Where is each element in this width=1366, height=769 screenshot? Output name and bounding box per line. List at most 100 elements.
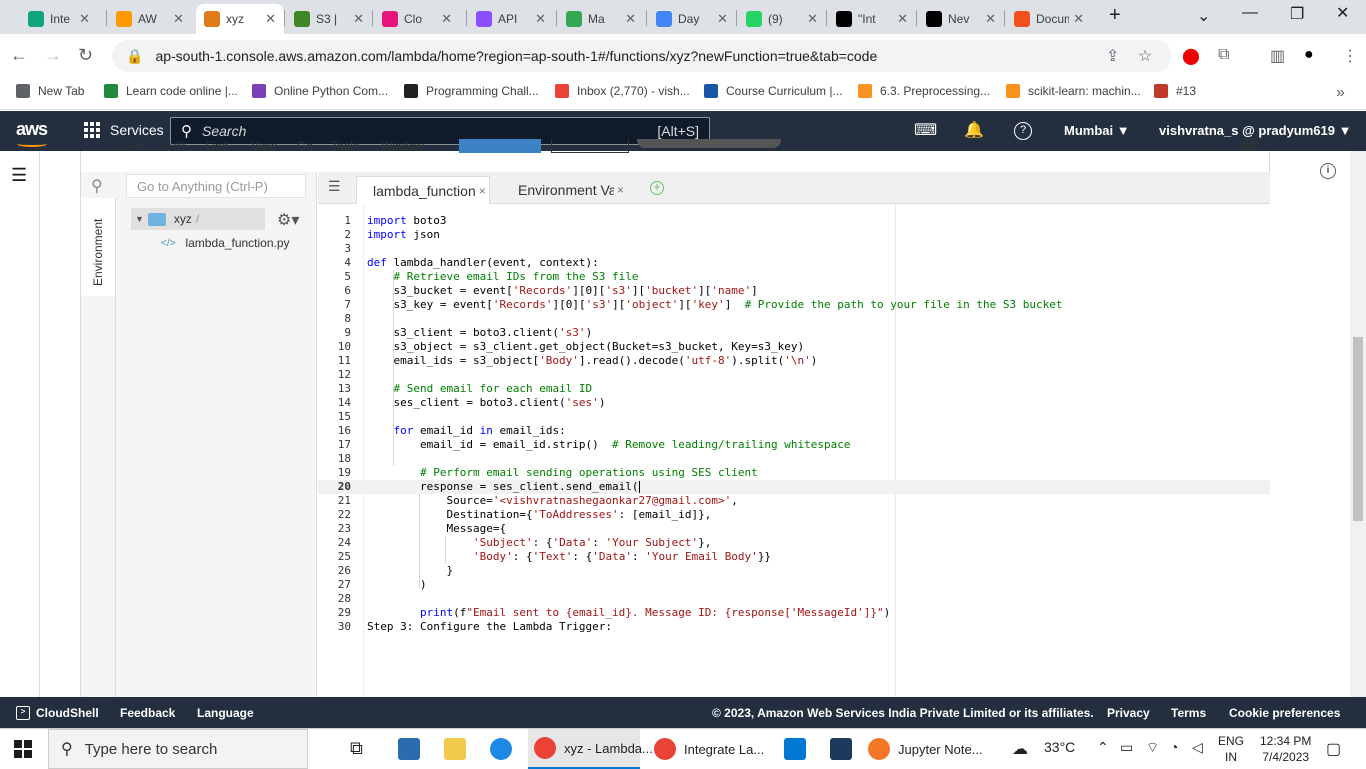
- windows-start-icon[interactable]: [14, 740, 32, 758]
- new-tab-icon[interactable]: +: [1109, 4, 1121, 27]
- browser-tab[interactable]: Docume✕: [1006, 4, 1092, 34]
- taskbar-app[interactable]: Jupyter Note...: [868, 737, 994, 761]
- fullscreen-icon[interactable]: ⤢: [1209, 139, 1220, 152]
- adblock-extension-icon[interactable]: ⬤: [1182, 46, 1200, 66]
- defender-app-icon[interactable]: [830, 738, 852, 760]
- hamburger-menu-icon[interactable]: ☰: [11, 165, 27, 186]
- input-language-indicator[interactable]: ENG IN: [1218, 733, 1244, 765]
- taskbar-app[interactable]: xyz - Lambda...: [528, 729, 653, 769]
- menu-view[interactable]: View: [251, 139, 277, 153]
- browser-tab[interactable]: S3 | ✕: [286, 4, 372, 34]
- maximize-icon[interactable]: ❐: [1290, 4, 1304, 24]
- menu-edit[interactable]: Edit: [165, 139, 186, 153]
- browser-tab[interactable]: AW ✕: [108, 4, 192, 34]
- test-button[interactable]: [459, 139, 541, 153]
- tree-settings-gear-icon[interactable]: ⚙▾: [277, 210, 299, 230]
- feedback-link[interactable]: Feedback: [120, 706, 175, 720]
- address-bar[interactable]: 🔒 ap-south-1.console.aws.amazon.com/lamb…: [112, 40, 1172, 72]
- close-icon[interactable]: ×: [617, 183, 624, 197]
- language-link[interactable]: Language: [197, 706, 254, 720]
- back-icon[interactable]: ←: [10, 45, 28, 66]
- cookie-preferences-link[interactable]: Cookie preferences: [1229, 706, 1340, 720]
- bookmark-item[interactable]: 6.3. Preprocessing...: [858, 84, 990, 98]
- cloudshell-button[interactable]: > CloudShell: [16, 706, 99, 720]
- aws-logo[interactable]: aws: [16, 119, 48, 147]
- bookmark-item[interactable]: Inbox (2,770) - vish...: [555, 84, 690, 98]
- reload-icon[interactable]: ↻: [78, 45, 93, 66]
- file-explorer-app-icon[interactable]: [398, 738, 420, 760]
- extensions-icon[interactable]: ⧉: [1218, 46, 1229, 64]
- tree-folder-xyz[interactable]: ▼ xyz /: [131, 208, 265, 230]
- browser-tab[interactable]: (9) ✕: [738, 4, 826, 34]
- close-icon[interactable]: ✕: [535, 11, 546, 27]
- tab-search-icon[interactable]: ⌄: [1197, 6, 1210, 26]
- help-icon[interactable]: ?: [1014, 122, 1032, 140]
- bookmark-item[interactable]: Online Python Com...: [252, 84, 388, 98]
- battery-icon[interactable]: ▭: [1120, 739, 1133, 756]
- bookmark-item[interactable]: #13: [1154, 84, 1196, 98]
- environment-panel-tab[interactable]: Environment: [81, 198, 116, 296]
- side-panel-icon[interactable]: ▥: [1270, 46, 1285, 66]
- close-icon[interactable]: ✕: [79, 11, 90, 27]
- cloudshell-icon[interactable]: ⌨: [914, 120, 937, 140]
- close-icon[interactable]: ✕: [353, 11, 364, 27]
- close-window-icon[interactable]: ✕: [1336, 3, 1349, 23]
- terms-link[interactable]: Terms: [1171, 706, 1206, 720]
- minimize-icon[interactable]: —: [1242, 4, 1258, 22]
- forward-icon[interactable]: →: [44, 45, 62, 66]
- notifications-bell-icon[interactable]: 🔔: [964, 120, 984, 140]
- add-tab-icon[interactable]: +: [650, 181, 664, 195]
- deploy-button[interactable]: [551, 139, 629, 153]
- browser-tab[interactable]: Ma ✕: [558, 4, 644, 34]
- info-icon[interactable]: i: [1320, 163, 1336, 179]
- notifications-icon[interactable]: ▢: [1326, 739, 1341, 759]
- menu-tools[interactable]: Tools: [331, 139, 359, 153]
- go-to-anything-input[interactable]: Go to Anything (Ctrl-P): [126, 174, 306, 198]
- menu-window[interactable]: Window: [381, 139, 424, 153]
- network-icon[interactable]: ⌔: [1146, 739, 1159, 757]
- browser-tab[interactable]: Nev ✕: [918, 4, 1004, 34]
- close-icon[interactable]: ✕: [441, 11, 452, 27]
- bookmark-item[interactable]: Programming Chall...: [404, 84, 539, 98]
- scrollbar-thumb[interactable]: [1353, 337, 1363, 521]
- weather-temperature[interactable]: 33°C: [1044, 739, 1075, 755]
- bookmark-item[interactable]: scikit-learn: machin...: [1006, 84, 1141, 98]
- region-selector[interactable]: Mumbai ▼: [1064, 123, 1130, 138]
- vscode-app-icon[interactable]: [784, 738, 806, 760]
- page-scrollbar[interactable]: [1350, 151, 1366, 697]
- tree-file-lambda-function[interactable]: </> lambda_function.py: [161, 236, 290, 250]
- wifi-icon[interactable]: ◔: [1170, 739, 1178, 755]
- task-view-icon[interactable]: ⧉: [350, 738, 372, 760]
- browser-tab[interactable]: "Int ✕: [828, 4, 916, 34]
- menu-go[interactable]: Go: [297, 139, 313, 153]
- menu-find[interactable]: Find: [205, 139, 228, 153]
- close-icon[interactable]: ✕: [625, 11, 636, 27]
- taskbar-app[interactable]: Integrate La...: [654, 737, 766, 761]
- browser-tab[interactable]: xyz ✕: [196, 4, 284, 34]
- browser-tab[interactable]: Inte ✕: [20, 4, 98, 34]
- close-icon[interactable]: ✕: [265, 11, 276, 27]
- bookmark-item[interactable]: Course Curriculum |...: [704, 84, 842, 98]
- close-icon[interactable]: ✕: [897, 11, 908, 27]
- edge-browser-icon[interactable]: [490, 738, 512, 760]
- code-editor[interactable]: 1 import boto3 2 import json 3 4 def lambda_ha…: [318, 204, 1270, 697]
- bookmark-item[interactable]: Learn code online |...: [104, 84, 238, 98]
- close-icon[interactable]: ✕: [807, 11, 818, 27]
- browser-menu-icon[interactable]: ⋮: [1342, 46, 1358, 66]
- close-icon[interactable]: ✕: [173, 11, 184, 27]
- bookmark-star-icon[interactable]: ☆: [1138, 46, 1152, 66]
- close-icon[interactable]: ×: [479, 184, 486, 198]
- bookmark-item[interactable]: New Tab: [16, 84, 84, 98]
- ide-preferences-gear-icon[interactable]: ⚙: [1241, 139, 1255, 155]
- close-icon[interactable]: ✕: [717, 11, 728, 27]
- more-bookmarks-icon[interactable]: »: [1336, 84, 1345, 102]
- menu-file[interactable]: File: [125, 139, 144, 153]
- services-menu-button[interactable]: Services: [84, 122, 164, 138]
- tab-list-icon[interactable]: ☰: [328, 178, 341, 195]
- close-icon[interactable]: ✕: [1073, 11, 1084, 27]
- tab-lambda-function[interactable]: lambda_function ×: [356, 176, 490, 204]
- tab-environment-variables[interactable]: Environment Var ×: [502, 176, 632, 204]
- browser-tab[interactable]: Day ✕: [648, 4, 736, 34]
- taskbar-search-box[interactable]: ⚲ Type here to search: [48, 729, 308, 769]
- profile-avatar-icon[interactable]: ●: [1304, 46, 1314, 64]
